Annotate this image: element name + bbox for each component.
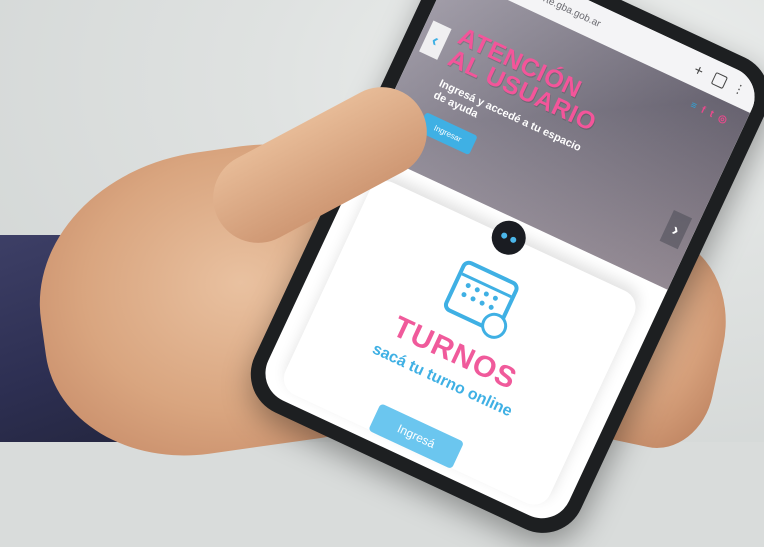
new-tab-icon[interactable]: + xyxy=(691,61,706,80)
clock-icon xyxy=(476,308,512,344)
calendar-icon xyxy=(441,258,522,344)
menu-icon[interactable]: ⋮ xyxy=(731,80,748,98)
tabs-icon[interactable] xyxy=(710,71,729,89)
ingresa-button[interactable]: Ingresá xyxy=(368,403,465,470)
facebook-icon[interactable]: f xyxy=(699,105,707,116)
twitter-icon[interactable]: t xyxy=(708,109,716,120)
